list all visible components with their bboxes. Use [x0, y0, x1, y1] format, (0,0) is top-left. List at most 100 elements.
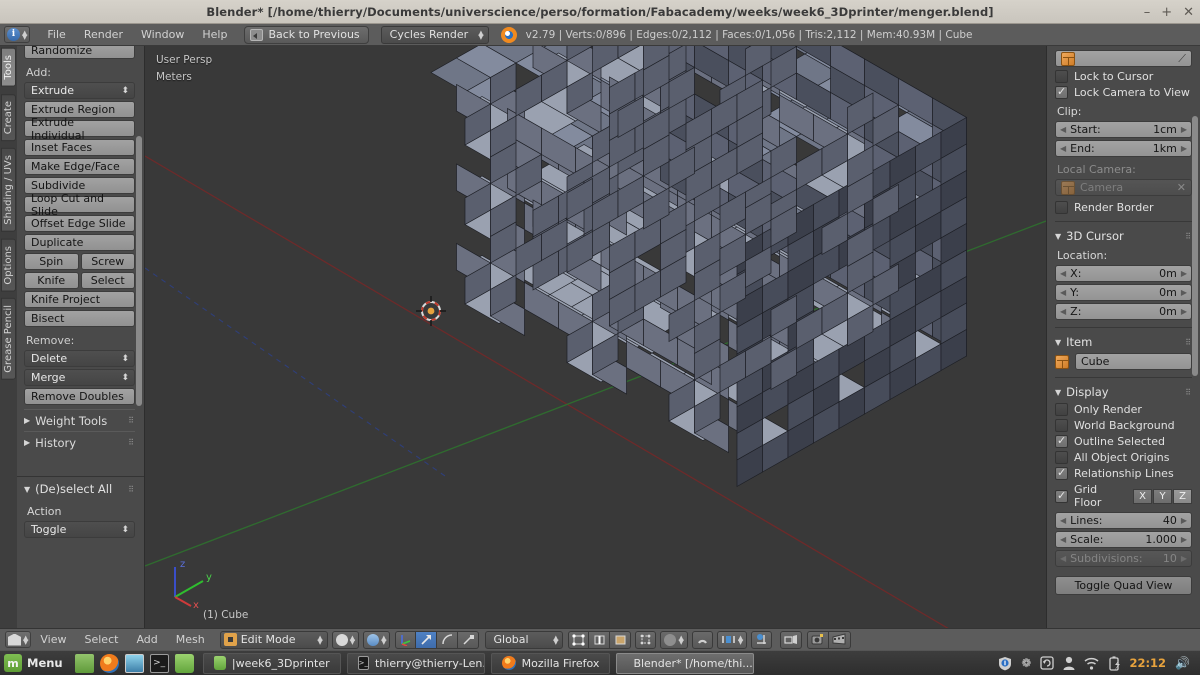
manipulator-translate-button[interactable] [416, 630, 438, 649]
relationship-lines-checkbox[interactable] [1055, 466, 1068, 480]
taskbar-item-terminal[interactable]: >_ thierry@thierry-Len... [346, 652, 485, 674]
item-name-row[interactable]: Cube [1055, 353, 1192, 370]
manipulator-scale-button[interactable] [458, 630, 480, 649]
snap-target-button[interactable]: ▲ ▼ [716, 630, 748, 649]
clip-end-field[interactable]: ◀ End: 1km ▶ [1055, 140, 1192, 157]
panel-item-header[interactable]: ▼ Item ⠿ [1055, 327, 1192, 349]
cursor-z-field[interactable]: ◀ Z: 0m ▶ [1055, 303, 1192, 320]
grid-axis-z-button[interactable]: Z [1173, 488, 1192, 504]
menu-add[interactable]: Add [127, 631, 166, 649]
chevron-left-icon[interactable]: ◀ [1060, 288, 1066, 297]
item-name-field[interactable]: Cube [1075, 353, 1192, 370]
grid-scale-field[interactable]: ◀ Scale: 1.000 ▶ [1055, 531, 1192, 548]
tab-shading-uvs[interactable]: Shading / UVs [1, 147, 16, 232]
menu-window[interactable]: Window [132, 26, 193, 44]
vertex-select-button[interactable] [568, 630, 590, 649]
taskbar-item-firefox[interactable]: Mozilla Firefox [490, 652, 611, 674]
lock-camera-to-view-row[interactable]: Lock Camera to View [1055, 85, 1192, 99]
tool-shelf-scrollbar[interactable] [136, 136, 142, 406]
duplicate-button[interactable]: Duplicate [24, 234, 135, 251]
menu-button-label[interactable]: Menu [27, 656, 63, 670]
viewport-shading-button[interactable]: ▲ ▼ [331, 630, 360, 649]
operator-panel-header[interactable]: ▼ (De)select All ⠿ [24, 482, 135, 496]
back-to-previous-button[interactable]: Back to Previous [244, 25, 369, 44]
taskbar-item-blender[interactable]: Blender* [/home/thi... [616, 652, 755, 674]
pivot-point-button[interactable]: ▲ ▼ [363, 630, 391, 649]
only-render-checkbox[interactable] [1055, 403, 1068, 416]
render-border-checkbox[interactable] [1055, 201, 1068, 214]
toggle-quad-view-button[interactable]: Toggle Quad View [1055, 576, 1192, 595]
battery-icon[interactable] [1108, 655, 1121, 671]
remove-doubles-button[interactable]: Remove Doubles [24, 388, 135, 405]
grid-axis-x-button[interactable]: X [1133, 488, 1152, 504]
action-toggle-dropdown[interactable]: Toggle [24, 521, 135, 538]
menu-select[interactable]: Select [76, 631, 128, 649]
editor-type-selector-3dview[interactable]: ▲ ▼ [5, 631, 32, 648]
lock-to-cursor-checkbox[interactable] [1055, 70, 1068, 83]
chevron-left-icon[interactable]: ◀ [1060, 535, 1066, 544]
render-engine-selector[interactable]: Cycles Render ▲ ▼ [380, 25, 489, 44]
chevron-left-icon[interactable]: ◀ [1060, 144, 1066, 153]
screw-button[interactable]: Screw [80, 253, 135, 270]
select-button[interactable]: Select [80, 272, 135, 289]
all-object-origins-checkbox[interactable] [1055, 451, 1068, 464]
relationship-lines-row[interactable]: Relationship Lines [1055, 466, 1192, 480]
close-icon[interactable]: ✕ [1183, 6, 1194, 19]
merge-button[interactable]: Merge [24, 369, 135, 386]
chevron-right-icon[interactable]: ▶ [1181, 288, 1187, 297]
only-render-row[interactable]: Only Render [1055, 403, 1192, 416]
panel-weight-tools[interactable]: ▶ Weight Tools ⠿ [24, 409, 135, 428]
maximize-icon[interactable]: + [1161, 6, 1172, 19]
user-icon[interactable] [1063, 656, 1075, 670]
chevron-left-icon[interactable]: ◀ [1060, 269, 1066, 278]
menu-mesh[interactable]: Mesh [167, 631, 214, 649]
snap-magnet-button[interactable] [691, 630, 713, 649]
bisect-button[interactable]: Bisect [24, 310, 135, 327]
tab-grease-pencil[interactable]: Grease Pencil [1, 298, 16, 380]
menu-help[interactable]: Help [193, 26, 236, 44]
local-camera-field[interactable]: Camera ✕ [1055, 179, 1192, 196]
bluetooth-icon[interactable]: ❁ [1021, 656, 1031, 670]
grid-floor-row[interactable]: Grid Floor X Y Z [1055, 483, 1192, 509]
menu-view[interactable]: View [31, 631, 75, 649]
shield-icon[interactable] [998, 656, 1012, 671]
chevron-left-icon[interactable]: ◀ [1060, 125, 1066, 134]
3d-viewport[interactable]: User Persp Meters z y x (1) Cube [145, 46, 1046, 628]
chevron-right-icon[interactable]: ▶ [1181, 307, 1187, 316]
chevron-left-icon[interactable]: ◀ [1060, 307, 1066, 316]
chevron-right-icon[interactable]: ▶ [1181, 269, 1187, 278]
eyedropper-icon[interactable]: ⟋ [1178, 52, 1186, 66]
show-desktop-icon[interactable] [74, 653, 94, 673]
render-border-row[interactable]: Render Border [1055, 201, 1192, 214]
firefox-icon[interactable] [99, 653, 119, 673]
chevron-right-icon[interactable]: ▶ [1181, 535, 1187, 544]
limit-selection-visible-button[interactable] [635, 630, 657, 649]
spin-button[interactable]: Spin [24, 253, 79, 270]
delete-button[interactable]: Delete [24, 350, 135, 367]
render-animation-button[interactable] [829, 630, 852, 649]
lock-camera-to-view-checkbox[interactable] [1055, 85, 1068, 99]
world-background-row[interactable]: World Background [1055, 419, 1192, 432]
knife-button[interactable]: Knife [24, 272, 79, 289]
taskbar-item-files[interactable]: |week6_3Dprinter [202, 652, 341, 674]
extrude-individual-button[interactable]: Extrude Individual [24, 116, 135, 142]
knife-project-button[interactable]: Knife Project [24, 291, 135, 308]
tab-tools[interactable]: Tools [1, 48, 16, 87]
npanel-scrollbar[interactable] [1192, 116, 1198, 376]
panel-3d-cursor-header[interactable]: ▼ 3D Cursor ⠿ [1055, 221, 1192, 243]
files-icon[interactable] [174, 653, 194, 673]
offset-edge-slide-button[interactable]: Offset Edge Slide [24, 215, 135, 232]
wifi-icon[interactable] [1084, 657, 1099, 670]
screenshot-icon[interactable] [124, 653, 144, 673]
update-icon[interactable] [1040, 656, 1055, 670]
view-camera-row[interactable]: ⟋ [1055, 50, 1192, 67]
randomize-button[interactable]: Randomize [24, 46, 135, 59]
minimize-icon[interactable]: – [1144, 6, 1151, 19]
all-object-origins-row[interactable]: All Object Origins [1055, 451, 1192, 464]
linux-mint-menu-icon[interactable]: m [4, 654, 22, 672]
manipulator-toggle-button[interactable] [395, 630, 417, 649]
world-background-checkbox[interactable] [1055, 419, 1068, 432]
lock-to-cursor-row[interactable]: Lock to Cursor [1055, 70, 1192, 83]
menu-render[interactable]: Render [75, 26, 132, 44]
tab-create[interactable]: Create [1, 93, 16, 141]
